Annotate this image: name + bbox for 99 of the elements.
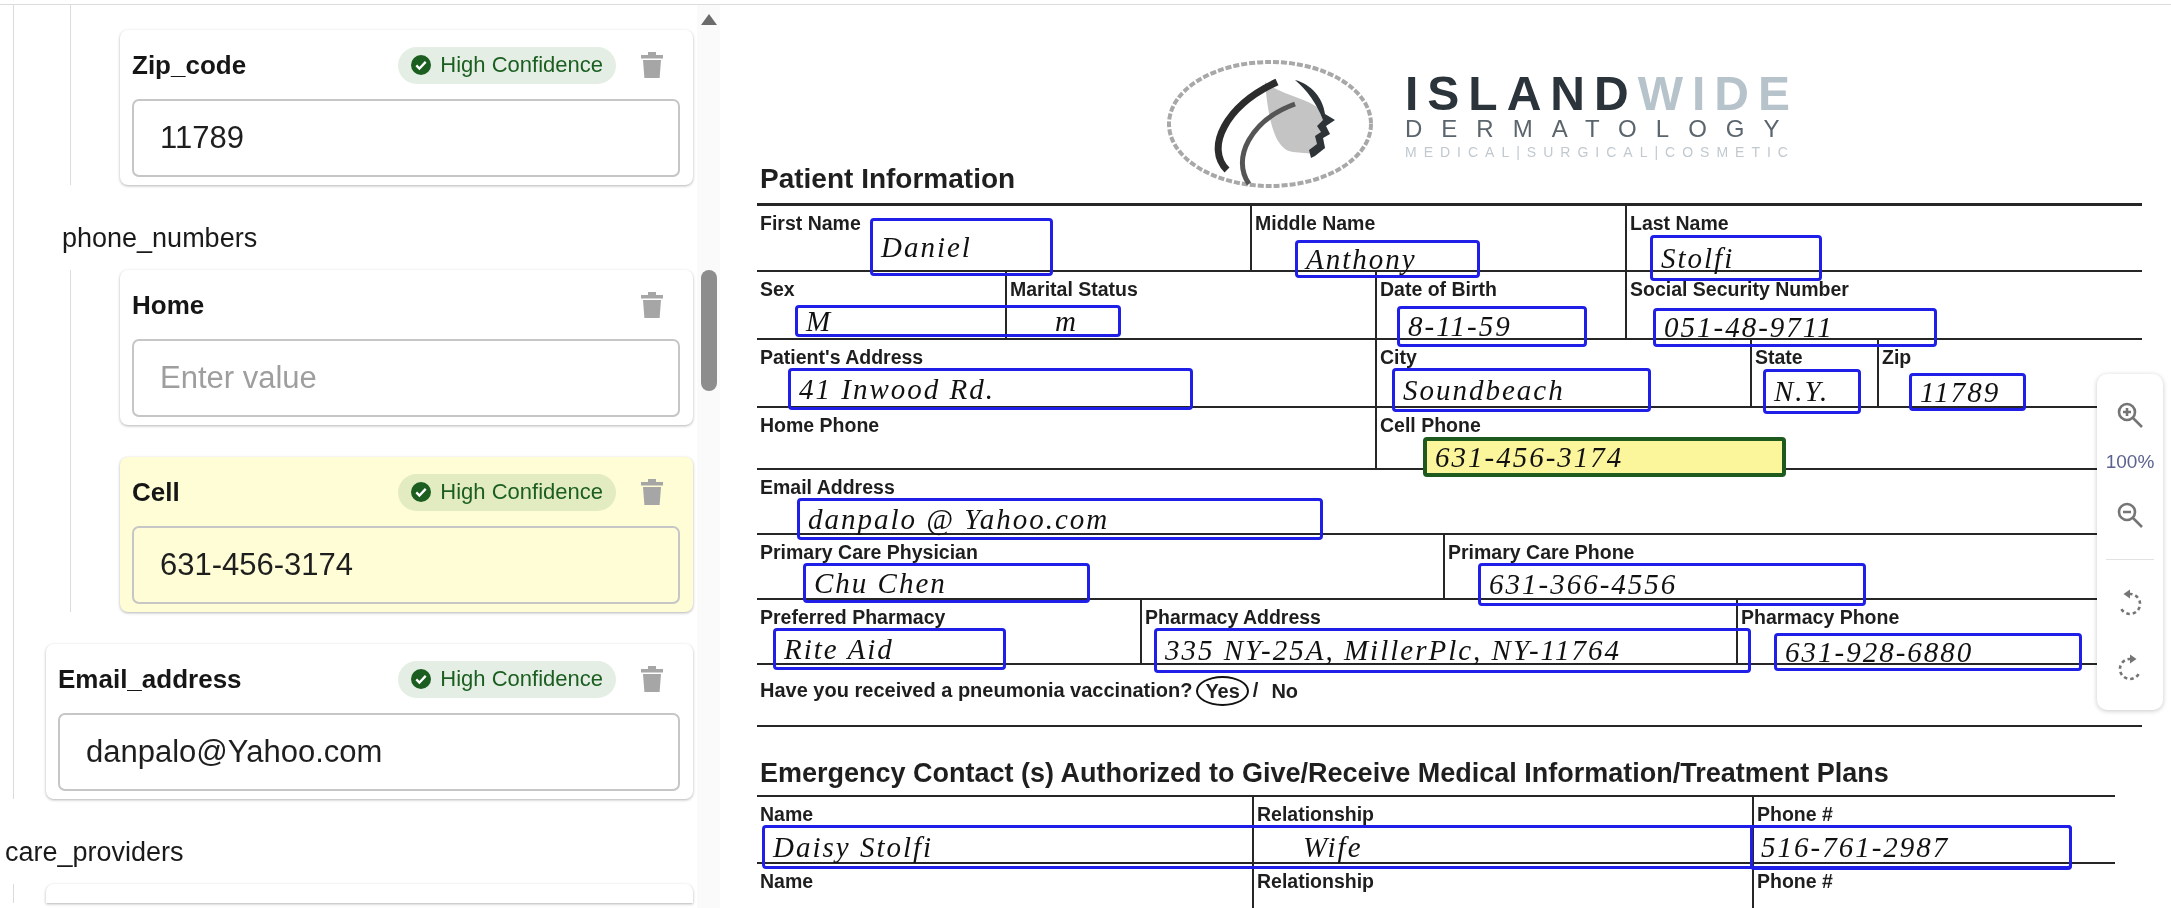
handwritten-text: 631-366-4556 [1489, 570, 1678, 599]
handwritten-text: 11789 [1920, 377, 2001, 407]
detection-box[interactable]: danpalo @ Yahoo.com [797, 498, 1323, 540]
field-label: Cell [132, 476, 180, 508]
handwritten-text: 41 Inwood Rd. [799, 374, 995, 404]
form-label: Sex [760, 278, 795, 300]
handwritten-text: Daniel [881, 232, 972, 262]
trash-icon[interactable] [641, 292, 663, 318]
group-heading: care_providers [5, 836, 184, 869]
handwritten-text: m [1055, 306, 1078, 336]
detection-box[interactable]: 631-366-4556 [1478, 563, 1866, 606]
form-label: Date of Birth [1380, 278, 1497, 300]
form-label: Social Security Number [1630, 278, 1849, 300]
logo-wordmark: ISLAND WIDE [1405, 74, 1799, 114]
handwritten-text: 051-48-9711 [1664, 313, 1834, 342]
form-label: Cell Phone [1380, 414, 1481, 436]
form-label: Middle Name [1255, 212, 1376, 234]
handwritten-text: danpalo @ Yahoo.com [808, 504, 1110, 534]
detection-box[interactable]: M m [795, 305, 1121, 337]
form-label: Name [760, 870, 814, 892]
handwritten-text: 631-456-3174 [1435, 442, 1624, 472]
zoom-out-icon [2116, 501, 2144, 529]
section-title: Patient Information [759, 163, 1016, 196]
logo-subtitle: DERMATOLOGY [1405, 116, 1799, 142]
detection-box[interactable]: Soundbeach [1392, 368, 1651, 412]
form-label: Home Phone [760, 414, 880, 436]
detection-box[interactable]: 8-11-59 [1397, 306, 1587, 347]
handwritten-text: 335 NY-25A, MillerPlc, NY-11764 [1165, 636, 1621, 665]
question-text: Have you received a pneumonia vaccination? [760, 678, 1193, 703]
group-heading: phone_numbers [62, 222, 258, 255]
form-label: Relationship [1257, 870, 1374, 892]
detection-box[interactable]: N.Y. [1763, 369, 1861, 414]
form-label: Preferred Pharmacy [760, 606, 946, 628]
scroll-up-arrow-icon[interactable] [700, 14, 717, 25]
form-label: Pharmacy Phone [1741, 606, 1900, 628]
form-label: Name [760, 803, 814, 825]
value-input[interactable]: 11789 [132, 99, 680, 177]
handwritten-text: Daisy Stolfi [773, 832, 934, 862]
scrollbar-thumb[interactable] [700, 270, 717, 391]
handwritten-text: Anthony [1306, 244, 1417, 274]
handwritten-text: Rite Aid [784, 634, 894, 664]
logo-tagline: MEDICAL|SURGICAL|COSMETIC [1405, 144, 1795, 160]
zoom-in-icon [2116, 401, 2144, 429]
logo-icon [1165, 58, 1375, 190]
detection-box[interactable]: Stolfi [1650, 235, 1822, 281]
form-label: Primary Care Physician [760, 541, 978, 563]
form-label: Last Name [1630, 212, 1729, 234]
check-circle-icon [411, 55, 432, 75]
zoom-level: 100% [2105, 450, 2155, 474]
form-label: Zip [1882, 346, 1912, 368]
detection-box[interactable]: 051-48-9711 [1653, 308, 1937, 347]
handwritten-text: 631-928-6880 [1785, 637, 1974, 667]
answer-option: Yes [1196, 676, 1249, 706]
handwritten-text: 516-761-2987 [1761, 833, 1950, 862]
trash-icon[interactable] [641, 666, 663, 692]
check-circle-icon [411, 669, 432, 689]
form-label: Patient's Address [760, 346, 924, 368]
detection-box[interactable]: Daniel [870, 218, 1053, 276]
confidence-text: High Confidence [440, 52, 603, 78]
handwritten-text: N.Y. [1774, 377, 1830, 406]
handwritten-text: Wife [1303, 832, 1363, 862]
form-label: Primary Care Phone [1448, 541, 1635, 563]
form-label: State [1755, 346, 1803, 368]
handwritten-text: M [806, 306, 833, 336]
field-label: Email_address [58, 663, 242, 695]
value-input[interactable]: Enter value [132, 339, 680, 417]
handwritten-text: 8-11-59 [1408, 312, 1512, 341]
form-label: Pharmacy Address [1145, 606, 1321, 628]
check-circle-icon [411, 482, 432, 502]
answer-option: No [1262, 676, 1308, 706]
detection-box[interactable]: 11789 [1909, 373, 2026, 411]
form-label: Phone # [1757, 803, 1833, 825]
detection-box[interactable]: 631-456-3174 [1423, 437, 1786, 477]
form-label: City [1380, 346, 1417, 368]
handwritten-text: Chu Chen [814, 568, 947, 598]
trash-icon[interactable] [641, 479, 663, 505]
field-label: Zip_code [132, 49, 247, 81]
handwritten-text: Soundbeach [1403, 375, 1565, 405]
detection-box[interactable]: 41 Inwood Rd. [788, 368, 1193, 410]
form-label: First Name [760, 212, 861, 234]
form-label: Email Address [760, 476, 895, 498]
handwritten-text: Stolfi [1661, 243, 1735, 273]
detection-box[interactable]: 516-761-2987 [1750, 825, 2072, 870]
trash-icon[interactable] [641, 52, 663, 78]
confidence-text: High Confidence [440, 479, 603, 505]
field-label: Home [132, 289, 205, 321]
value-input[interactable]: 631-456-3174 [132, 526, 680, 604]
form-label: Relationship [1257, 803, 1374, 825]
form-label: Marital Status [1010, 278, 1138, 300]
detection-box[interactable]: Rite Aid [773, 628, 1006, 670]
detection-box[interactable]: Chu Chen [803, 563, 1090, 603]
detection-box[interactable]: Anthony [1295, 240, 1480, 278]
confidence-text: High Confidence [440, 666, 603, 692]
detection-box[interactable]: 631-928-6880 [1774, 633, 2082, 671]
section-title: Emergency Contact (s) Authorized to Give/Receive Medical Information/Treatment Plans [759, 757, 1889, 790]
detection-box[interactable]: 335 NY-25A, MillerPlc, NY-11764 [1154, 628, 1751, 673]
value-input[interactable]: danpalo@Yahoo.com [58, 713, 680, 791]
separator-text: / [1252, 678, 1259, 703]
form-label: Phone # [1757, 870, 1833, 892]
